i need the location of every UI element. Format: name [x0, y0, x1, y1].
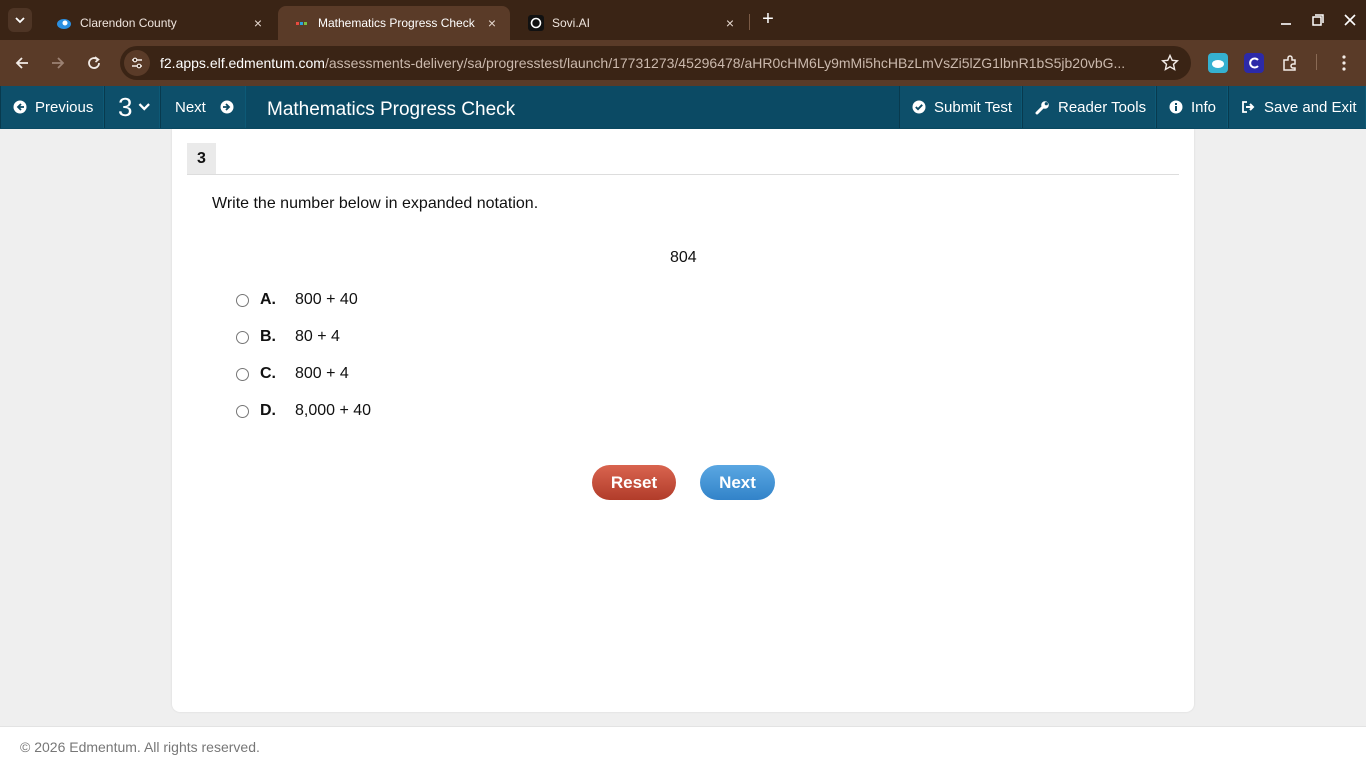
back-arrow-icon[interactable]: [10, 51, 34, 75]
c-extension-icon[interactable]: [1244, 53, 1264, 73]
question-value: 804: [670, 249, 697, 266]
reader-tools-label: Reader Tools: [1058, 98, 1147, 116]
question-number-tab: 3: [187, 143, 216, 175]
option-letter: A.: [260, 291, 276, 308]
browser-menu-icon[interactable]: [1334, 53, 1354, 73]
info-label: Info: [1191, 98, 1217, 116]
bookmark-star-icon[interactable]: [1161, 54, 1179, 72]
answer-option-c[interactable]: C. 800 + 4: [236, 363, 349, 385]
question-selector[interactable]: 3: [104, 86, 160, 128]
tab-title: Clarendon County: [80, 16, 177, 30]
option-text: 800 + 40: [295, 291, 358, 308]
browser-toolbar: f2.apps.elf.edmentum.com/assessments-del…: [0, 40, 1366, 86]
save-and-exit-button[interactable]: Save and Exit: [1228, 86, 1366, 128]
extensions-puzzle-icon[interactable]: [1280, 53, 1300, 73]
close-icon[interactable]: ×: [484, 15, 500, 31]
radio-button[interactable]: [236, 404, 249, 418]
previous-label: Previous: [35, 98, 94, 116]
answer-option-b[interactable]: B. 80 + 4: [236, 326, 340, 348]
option-letter: B.: [260, 328, 276, 345]
toolbar-separator: [1316, 54, 1317, 70]
tab-title: Sovi.AI: [552, 16, 591, 30]
next-nav-label: Next: [175, 98, 206, 116]
radio-button[interactable]: [236, 367, 249, 381]
close-icon[interactable]: ×: [722, 15, 738, 31]
sign-out-icon: [1242, 101, 1255, 113]
url-host: f2.apps.elf.edmentum.com: [160, 55, 325, 71]
sovi-icon: [528, 15, 544, 31]
restore-icon[interactable]: [1306, 8, 1330, 32]
option-letter: C.: [260, 365, 276, 382]
address-bar[interactable]: f2.apps.elf.edmentum.com/assessments-del…: [120, 46, 1191, 80]
reset-button[interactable]: Reset: [592, 465, 676, 500]
browser-tab-strip: Clarendon County × Mathematics Progress …: [0, 0, 1366, 40]
answer-option-a[interactable]: A. 800 + 40: [236, 289, 358, 311]
url-text: f2.apps.elf.edmentum.com/assessments-del…: [160, 55, 1145, 71]
option-text: 80 + 4: [295, 328, 340, 345]
reader-tools-button[interactable]: Reader Tools: [1022, 86, 1156, 128]
site-info-icon[interactable]: [124, 50, 150, 76]
option-text: 8,000 + 40: [295, 402, 372, 419]
option-text: 800 + 4: [295, 365, 349, 382]
check-circle-icon: [912, 100, 926, 114]
tab-title: Mathematics Progress Check: [318, 16, 475, 30]
wrench-icon: [1035, 100, 1049, 114]
question-card: 3 Write the number below in expanded not…: [172, 129, 1194, 712]
page-footer: © 2026 Edmentum. All rights reserved.: [0, 726, 1366, 768]
info-circle-icon: [1169, 100, 1183, 114]
radio-button[interactable]: [236, 293, 249, 307]
new-tab-button[interactable]: +: [758, 9, 778, 29]
arrow-right-circle-icon: [220, 100, 234, 114]
next-button[interactable]: Next: [700, 465, 775, 500]
submit-test-button[interactable]: Submit Test: [899, 86, 1022, 128]
divider: [187, 174, 1179, 175]
cloud-icon: [56, 15, 72, 31]
cloud-extension-icon[interactable]: [1208, 53, 1228, 73]
arrow-left-circle-icon: [13, 100, 27, 114]
tab-sovi-ai[interactable]: Sovi.AI ×: [512, 6, 748, 40]
close-window-icon[interactable]: [1338, 8, 1362, 32]
close-icon[interactable]: ×: [250, 15, 266, 31]
next-nav-button[interactable]: Next: [160, 86, 246, 128]
chevron-down-icon: [139, 103, 151, 111]
answer-option-d[interactable]: D. 8,000 + 40: [236, 400, 371, 422]
save-and-exit-label: Save and Exit: [1264, 98, 1357, 116]
submit-test-label: Submit Test: [934, 98, 1013, 116]
test-header-bar: Previous 3 Next Mathematics Progress Che…: [0, 86, 1366, 129]
page-title: Mathematics Progress Check: [267, 99, 516, 120]
previous-button[interactable]: Previous: [0, 86, 104, 128]
minimize-icon[interactable]: [1274, 8, 1298, 32]
tab-clarendon-county[interactable]: Clarendon County ×: [40, 6, 276, 40]
question-number: 3: [118, 91, 133, 122]
tab-separator: [749, 14, 750, 30]
chevron-down-icon: [15, 17, 25, 24]
reload-icon[interactable]: [82, 51, 106, 75]
question-prompt: Write the number below in expanded notat…: [212, 195, 539, 212]
url-path: /assessments-delivery/sa/progresstest/la…: [324, 55, 1126, 71]
copyright-text: © 2026 Edmentum. All rights reserved.: [20, 739, 260, 755]
tab-search-button[interactable]: [8, 8, 32, 32]
tab-mathematics-progress-check[interactable]: Mathematics Progress Check ×: [278, 6, 510, 40]
radio-button[interactable]: [236, 330, 249, 344]
option-letter: D.: [260, 402, 276, 419]
edmentum-icon: [294, 15, 310, 31]
forward-arrow-icon[interactable]: [46, 51, 70, 75]
info-button[interactable]: Info: [1156, 86, 1228, 128]
